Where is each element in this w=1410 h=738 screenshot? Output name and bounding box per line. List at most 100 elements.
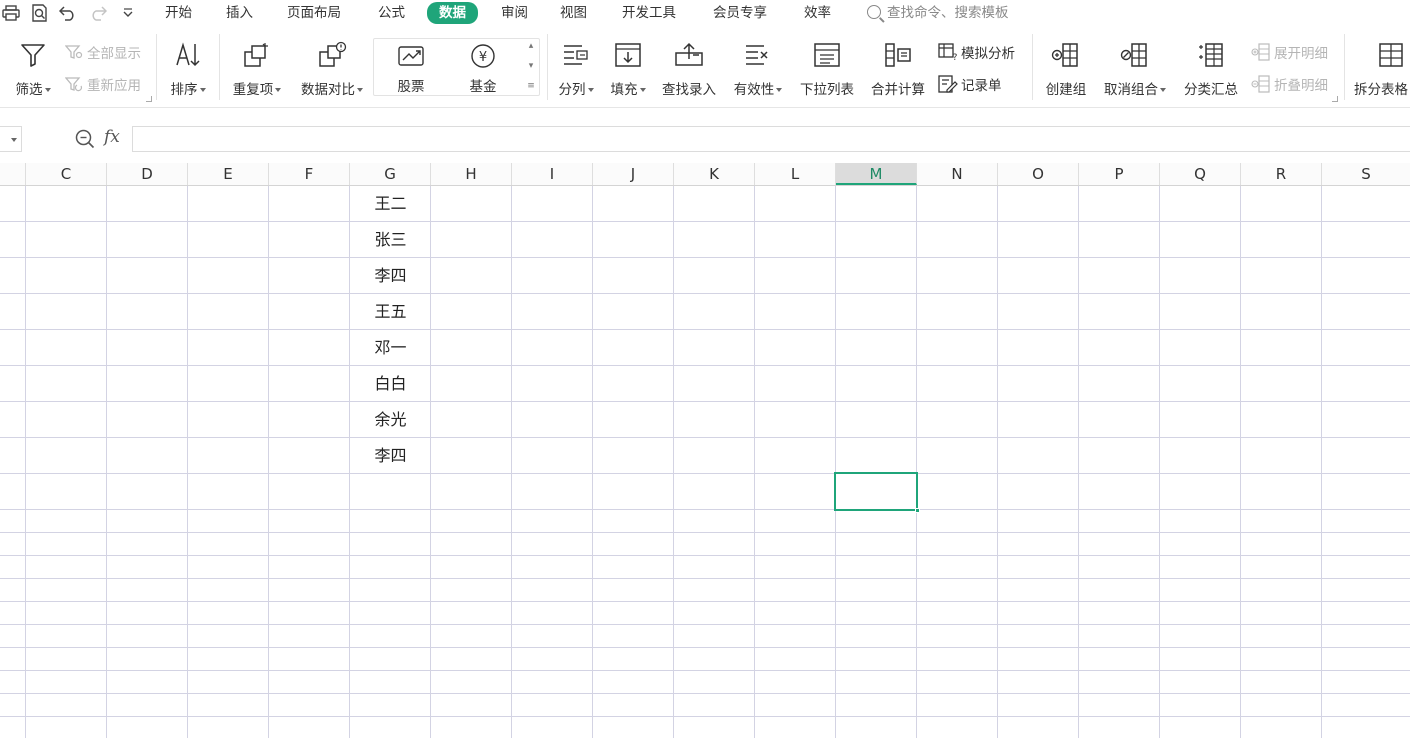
gallery-down-icon[interactable]: ▾ [525, 59, 537, 73]
column-header-n[interactable]: N [917, 163, 998, 185]
column-header-r[interactable]: R [1241, 163, 1322, 185]
active-cell-m9[interactable] [834, 472, 920, 513]
tab-insert[interactable]: 插入 [226, 3, 253, 23]
column-header-h[interactable]: H [431, 163, 512, 185]
redo-icon[interactable] [87, 2, 109, 24]
cell-g5[interactable]: 邓一 [350, 330, 431, 366]
column-header-p[interactable]: P [1079, 163, 1160, 185]
column-header-o[interactable]: O [998, 163, 1079, 185]
filter-button[interactable]: 筛选 [10, 40, 56, 98]
gridline [0, 716, 1410, 717]
undo-icon[interactable] [57, 2, 79, 24]
command-search[interactable]: 查找命令、搜索模板 [867, 3, 1009, 23]
subtotal-label: 分类汇总 [1184, 82, 1238, 98]
zoom-search-icon[interactable] [74, 128, 96, 150]
gridline [187, 186, 188, 738]
column-header-k[interactable]: K [674, 163, 755, 185]
gridline [511, 186, 512, 738]
record-form-button[interactable]: 记录单 [938, 74, 1002, 94]
gallery-up-icon[interactable]: ▴ [525, 39, 537, 53]
data-compare-button[interactable]: 数据对比 [296, 40, 368, 98]
cell-g6[interactable]: 白白 [350, 366, 431, 402]
cell-g3[interactable]: 李四 [350, 258, 431, 294]
split-column-button[interactable]: 分列 [554, 40, 598, 98]
cell-grid[interactable]: 王二 张三 李四 王五 邓一 白白 余光 李四 [0, 186, 1410, 738]
tab-view[interactable]: 视图 [560, 3, 587, 23]
tab-efficiency[interactable]: 效率 [804, 3, 831, 23]
consolidate-button[interactable]: 合并计算 [866, 40, 930, 98]
filter-group-launcher-icon[interactable] [146, 96, 152, 102]
tab-formulas[interactable]: 公式 [378, 3, 405, 23]
gallery-more-icon[interactable]: ≡ [525, 79, 537, 93]
cell-g2[interactable]: 张三 [350, 222, 431, 258]
filter-reapply-icon [64, 75, 84, 93]
column-header-d[interactable]: D [107, 163, 188, 185]
column-header-g[interactable]: G [350, 163, 431, 185]
create-group-label: 创建组 [1045, 82, 1087, 98]
split-table-button[interactable]: 拆分表格 [1354, 40, 1410, 98]
collapse-detail-label: 折叠明细 [1274, 78, 1328, 94]
show-all-label: 全部显示 [87, 46, 141, 62]
tab-page-layout[interactable]: 页面布局 [287, 3, 341, 23]
cell-g4[interactable]: 王五 [350, 294, 431, 330]
duplicates-button[interactable]: 重复项 [228, 40, 286, 98]
show-all-button[interactable]: 全部显示 [64, 42, 141, 62]
validity-button[interactable]: 有效性 [729, 40, 787, 98]
chevron-down-icon [275, 88, 282, 92]
gridline [592, 186, 593, 738]
print-icon[interactable] [0, 2, 22, 24]
cell-g7[interactable]: 余光 [350, 402, 431, 438]
print-preview-icon[interactable] [29, 2, 51, 24]
tab-developer[interactable]: 开发工具 [622, 3, 676, 23]
name-box-dropdown[interactable] [0, 126, 22, 152]
ungroup-button[interactable]: 取消组合 [1099, 40, 1171, 98]
column-header-q[interactable]: Q [1160, 163, 1241, 185]
cell-g1[interactable]: 王二 [350, 186, 431, 222]
menu-bar: 开始 插入 页面布局 公式 数据 审阅 视图 开发工具 会员专享 效率 查找命令… [0, 0, 1410, 26]
insert-function-icon[interactable]: fx [104, 127, 120, 147]
gridline [0, 532, 1410, 533]
column-header-l[interactable]: L [755, 163, 836, 185]
chevron-down-icon [587, 88, 594, 92]
subtotal-button[interactable]: 分类汇总 [1179, 40, 1243, 98]
expand-detail-label: 展开明细 [1274, 46, 1328, 62]
lookup-entry-button[interactable]: 查找录入 [657, 40, 721, 98]
row-header-corner[interactable] [0, 163, 26, 185]
stock-button[interactable]: 股票 [392, 41, 430, 95]
ribbon-divider [156, 34, 157, 100]
group-launcher-icon[interactable] [1332, 96, 1338, 102]
column-header-m[interactable]: M [836, 163, 917, 185]
collapse-detail-button[interactable]: 折叠明细 [1251, 74, 1328, 94]
gridline [0, 437, 1410, 438]
fill-handle[interactable] [915, 508, 920, 513]
create-group-button[interactable]: 创建组 [1041, 40, 1091, 98]
record-form-icon [938, 75, 958, 93]
reapply-button[interactable]: 重新应用 [64, 74, 141, 94]
cell-g8[interactable]: 李四 [350, 438, 431, 474]
filter-icon [19, 40, 47, 70]
column-header-j[interactable]: J [593, 163, 674, 185]
duplicates-label: 重复项 [232, 82, 274, 98]
fund-button[interactable]: ¥ 基金 [464, 41, 502, 95]
what-if-analysis-button[interactable]: ? 模拟分析 [938, 42, 1015, 62]
expand-detail-icon [1251, 43, 1271, 61]
column-header-i[interactable]: I [512, 163, 593, 185]
sort-button[interactable]: 排序 [165, 40, 211, 98]
column-header-e[interactable]: E [188, 163, 269, 185]
fill-button[interactable]: 填充 [606, 40, 650, 98]
tab-review[interactable]: 审阅 [501, 3, 528, 23]
customize-quick-access-icon[interactable] [117, 2, 139, 24]
dropdown-list-button[interactable]: 下拉列表 [795, 40, 859, 98]
tab-data[interactable]: 数据 [427, 2, 478, 24]
tab-member[interactable]: 会员专享 [713, 3, 767, 23]
column-header-c[interactable]: C [26, 163, 107, 185]
expand-detail-button[interactable]: 展开明细 [1251, 42, 1328, 62]
fill-label: 填充 [610, 82, 638, 98]
column-header-s[interactable]: S [1322, 163, 1410, 185]
validity-label: 有效性 [733, 82, 775, 98]
formula-input[interactable] [132, 126, 1410, 152]
ribbon-divider [1032, 34, 1033, 100]
tab-home[interactable]: 开始 [165, 3, 192, 23]
chevron-down-icon [1160, 88, 1166, 92]
column-header-f[interactable]: F [269, 163, 350, 185]
